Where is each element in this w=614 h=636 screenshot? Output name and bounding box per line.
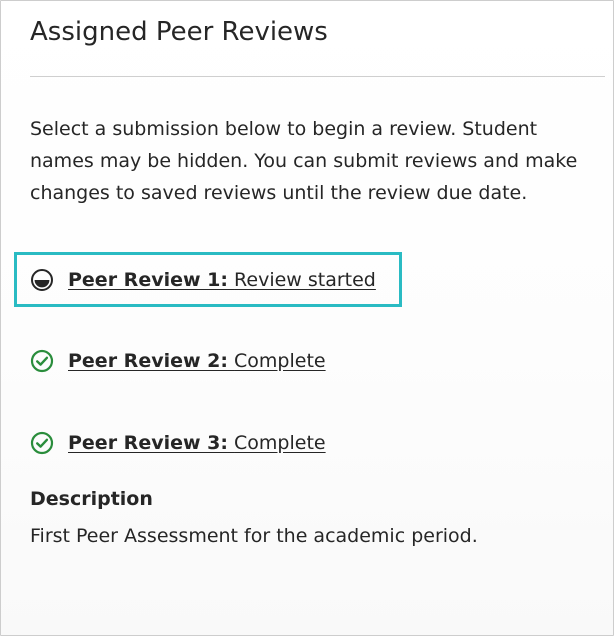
peer-review-name: Peer Review 3: xyxy=(68,432,228,454)
peer-review-link-3[interactable]: Peer Review 3: Complete xyxy=(68,432,326,454)
instructions-text: Select a submission below to begin a rev… xyxy=(30,118,578,204)
peer-review-status: Review started xyxy=(234,269,376,291)
peer-review-item-2[interactable]: Peer Review 2: Complete xyxy=(30,346,326,376)
peer-review-link-1[interactable]: Peer Review 1: Review started xyxy=(68,269,376,291)
peer-review-link-2[interactable]: Peer Review 2: Complete xyxy=(68,350,326,372)
peer-review-status: Complete xyxy=(234,432,326,454)
half-filled-circle-icon xyxy=(31,269,53,291)
peer-reviews-panel: Assigned Peer Reviews Select a submissio… xyxy=(0,0,614,636)
peer-review-item-1[interactable]: Peer Review 1: Review started xyxy=(30,265,376,295)
check-circle-icon xyxy=(30,349,54,373)
panel-title: Assigned Peer Reviews xyxy=(30,17,328,47)
peer-review-status: Complete xyxy=(234,350,326,372)
peer-review-name: Peer Review 2: xyxy=(68,350,228,372)
description-text: First Peer Assessment for the academic p… xyxy=(30,525,478,547)
title-divider xyxy=(30,76,605,77)
check-circle-icon xyxy=(30,431,54,455)
peer-review-name: Peer Review 1: xyxy=(68,269,228,291)
peer-review-item-3[interactable]: Peer Review 3: Complete xyxy=(30,428,326,458)
description-heading: Description xyxy=(30,488,153,510)
